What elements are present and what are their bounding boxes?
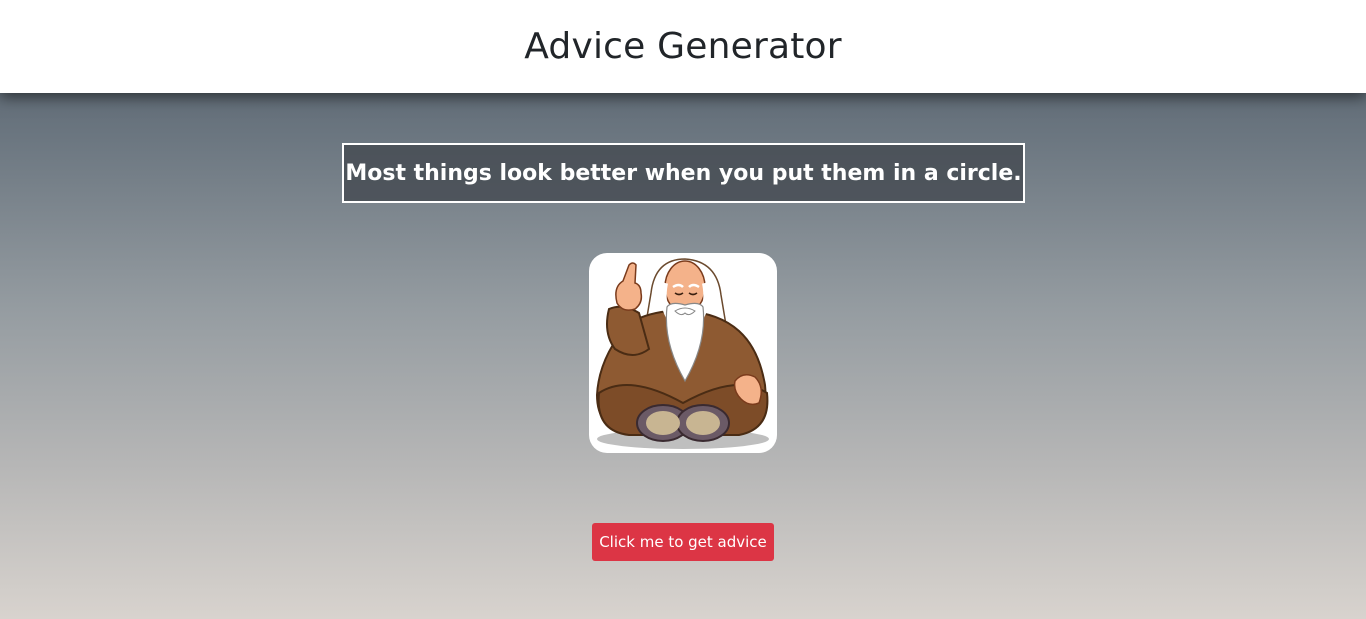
advice-text: Most things look better when you put the… xyxy=(345,160,1022,186)
get-advice-button[interactable]: Click me to get advice xyxy=(592,523,774,561)
sage-image xyxy=(589,253,777,453)
advice-box: Most things look better when you put the… xyxy=(342,143,1025,203)
page-title: Advice Generator xyxy=(524,26,842,67)
meditating-sage-icon xyxy=(595,258,769,449)
page-header: Advice Generator xyxy=(0,0,1366,93)
